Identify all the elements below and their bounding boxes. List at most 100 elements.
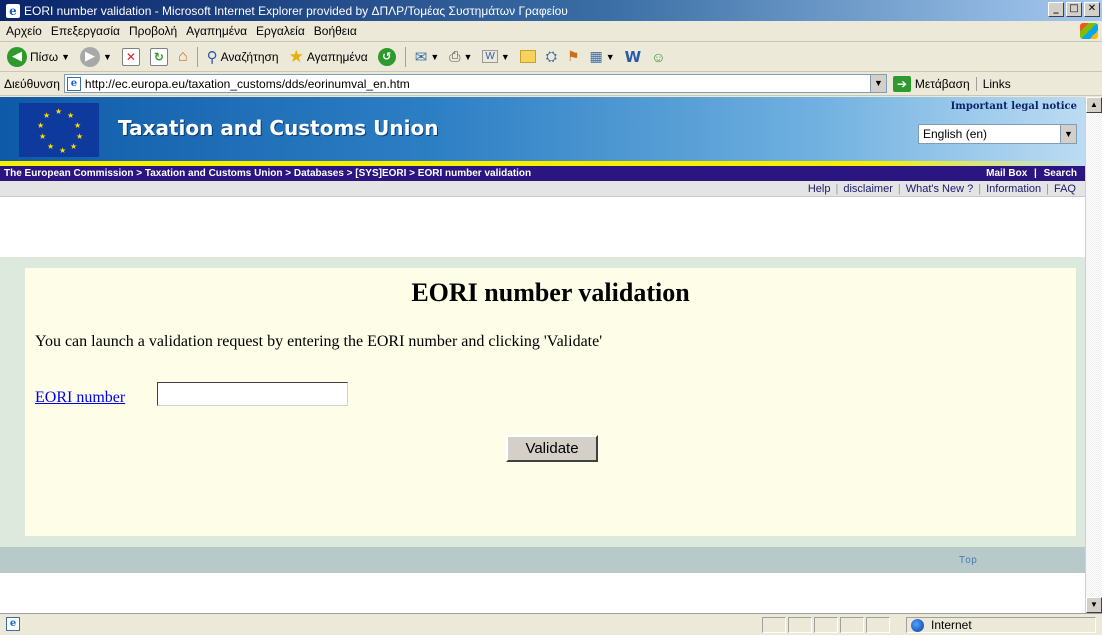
forward-arrow-icon: ▶: [80, 46, 101, 67]
messenger-button[interactable]: ☺: [648, 45, 668, 69]
help-link[interactable]: Help: [808, 183, 831, 195]
header-links-separator: |: [1034, 168, 1037, 179]
menu-help[interactable]: Βοήθεια: [314, 24, 357, 38]
page-status-icon: e: [6, 617, 20, 631]
nav-separator: |: [978, 183, 982, 195]
search-label: Αναζήτηση: [220, 49, 279, 64]
edit-word-button[interactable]: W ▼: [479, 45, 512, 69]
validate-button[interactable]: Validate: [506, 435, 598, 462]
disclaimer-link[interactable]: disclaimer: [843, 183, 893, 195]
eu-stars-icon: ★ ★ ★ ★ ★ ★ ★ ★ ★ ★: [37, 107, 84, 155]
status-panel: [814, 617, 838, 633]
calculator-button[interactable]: ▦ ▼: [587, 45, 618, 69]
menu-tools[interactable]: Εργαλεία: [256, 24, 305, 38]
eu-flag-icon: ★ ★ ★ ★ ★ ★ ★ ★ ★ ★: [19, 103, 99, 157]
standard-toolbar: ◀ Πίσω ▼ ▶ ▼ ✕ ↻ ⌂ ⚲ Αναζήτηση ★ Αγαπημέ…: [0, 42, 1102, 72]
forward-button[interactable]: ▶ ▼: [77, 45, 115, 69]
toolbar-separator: [196, 46, 198, 67]
refresh-button[interactable]: ↻: [147, 45, 171, 69]
history-icon: ↺: [377, 47, 396, 66]
whats-new-link[interactable]: What's New ?: [906, 183, 974, 195]
chevron-down-icon[interactable]: ▼: [501, 52, 510, 62]
chevron-down-icon[interactable]: ▼: [430, 52, 439, 62]
eori-number-link[interactable]: EORI number: [35, 388, 125, 408]
w-plugin-button[interactable]: W: [622, 45, 645, 69]
chevron-down-icon[interactable]: ▼: [1060, 125, 1076, 143]
research-button[interactable]: ⛭: [543, 45, 560, 69]
status-panel: [762, 617, 786, 633]
chevron-down-icon[interactable]: ▼: [103, 52, 112, 62]
breadcrumb-text[interactable]: The European Commission > Taxation and C…: [4, 168, 531, 179]
back-label: Πίσω: [30, 49, 59, 64]
back-arrow-icon: ◀: [7, 46, 27, 67]
address-url: http://ec.europa.eu/taxation_customs/dds…: [84, 76, 410, 91]
page-icon: e: [66, 76, 81, 91]
menu-file[interactable]: Αρχείο: [6, 24, 42, 38]
faq-link[interactable]: FAQ: [1054, 183, 1076, 195]
globe-icon: [911, 619, 924, 632]
utility-nav: Help | disclaimer | What's New ? | Information…: [0, 181, 1085, 197]
messenger-icon: ☺: [651, 48, 666, 65]
maximize-button[interactable]: □: [1066, 2, 1082, 17]
search-icon: ⚲: [206, 48, 218, 66]
home-button[interactable]: ⌂: [175, 45, 191, 69]
chevron-down-icon[interactable]: ▼: [61, 52, 70, 62]
address-label: Διεύθυνση: [4, 76, 60, 91]
star-icon: ★: [288, 46, 304, 66]
word-icon: W: [482, 50, 498, 63]
stop-button[interactable]: ✕: [119, 45, 143, 69]
refresh-icon: ↻: [149, 47, 168, 66]
minimize-button[interactable]: _: [1048, 2, 1064, 17]
discuss-icon: ⚑: [566, 48, 580, 64]
links-button[interactable]: Links: [975, 76, 1011, 91]
folder-button[interactable]: [517, 45, 539, 69]
menu-bar: Αρχείο Επεξεργασία Προβολή Αγαπημένα Εργ…: [0, 21, 1102, 42]
printer-icon: ⎙: [449, 48, 461, 64]
back-button[interactable]: ◀ Πίσω ▼: [4, 45, 73, 69]
menu-favorites[interactable]: Αγαπημένα: [186, 24, 247, 38]
status-panel: [840, 617, 864, 633]
scroll-up-icon[interactable]: ▲: [1086, 97, 1102, 113]
security-zone: Internet: [906, 617, 1096, 633]
mailbox-link[interactable]: Mail Box: [986, 168, 1027, 179]
language-select[interactable]: English (en) ▼: [918, 124, 1077, 144]
chevron-down-icon[interactable]: ▼: [869, 75, 886, 92]
search-link[interactable]: Search: [1044, 168, 1077, 179]
home-icon: ⌂: [177, 47, 188, 65]
top-link[interactable]: Top: [959, 555, 977, 567]
zone-label: Internet: [931, 618, 972, 632]
scroll-down-icon[interactable]: ▼: [1086, 597, 1102, 613]
chevron-down-icon[interactable]: ▼: [606, 52, 615, 62]
search-button[interactable]: ⚲ Αναζήτηση: [204, 45, 282, 69]
eori-number-input[interactable]: [157, 382, 348, 406]
mail-button[interactable]: ✉ ▼: [412, 45, 443, 69]
folder-icon: [519, 50, 536, 63]
vertical-scrollbar[interactable]: ▲ ▼: [1085, 97, 1102, 613]
status-panel: [866, 617, 890, 633]
language-value: English (en): [923, 127, 988, 141]
menu-edit[interactable]: Επεξεργασία: [51, 24, 120, 38]
chevron-down-icon[interactable]: ▼: [463, 52, 472, 62]
nav-separator: |: [897, 183, 901, 195]
go-button[interactable]: ➔ Μετάβαση: [892, 75, 970, 92]
title-bar[interactable]: e EORI number validation - Microsoft Int…: [0, 0, 1102, 21]
information-link[interactable]: Information: [986, 183, 1041, 195]
ie-logo-icon: e: [6, 3, 20, 18]
status-panel: [788, 617, 812, 633]
history-button[interactable]: ↺: [375, 45, 399, 69]
favorites-button[interactable]: ★ Αγαπημένα: [286, 45, 371, 69]
address-input[interactable]: e http://ec.europa.eu/taxation_customs/d…: [63, 74, 887, 93]
mail-icon: ✉: [414, 48, 428, 66]
validation-form: EORI number validation You can launch a …: [25, 268, 1076, 536]
close-button[interactable]: ✕: [1084, 2, 1100, 17]
go-label: Μετάβαση: [914, 76, 970, 91]
address-bar: Διεύθυνση e http://ec.europa.eu/taxation…: [0, 72, 1102, 96]
nav-separator: |: [835, 183, 839, 195]
w-plugin-icon: W: [624, 47, 642, 66]
discuss-button[interactable]: ⚑: [564, 45, 583, 69]
status-bar: e Internet: [0, 613, 1102, 635]
print-button[interactable]: ⎙ ▼: [446, 45, 475, 69]
legal-notice-link[interactable]: Important legal notice: [951, 101, 1077, 113]
menu-view[interactable]: Προβολή: [129, 24, 177, 38]
browser-window: e EORI number validation - Microsoft Int…: [0, 0, 1102, 635]
